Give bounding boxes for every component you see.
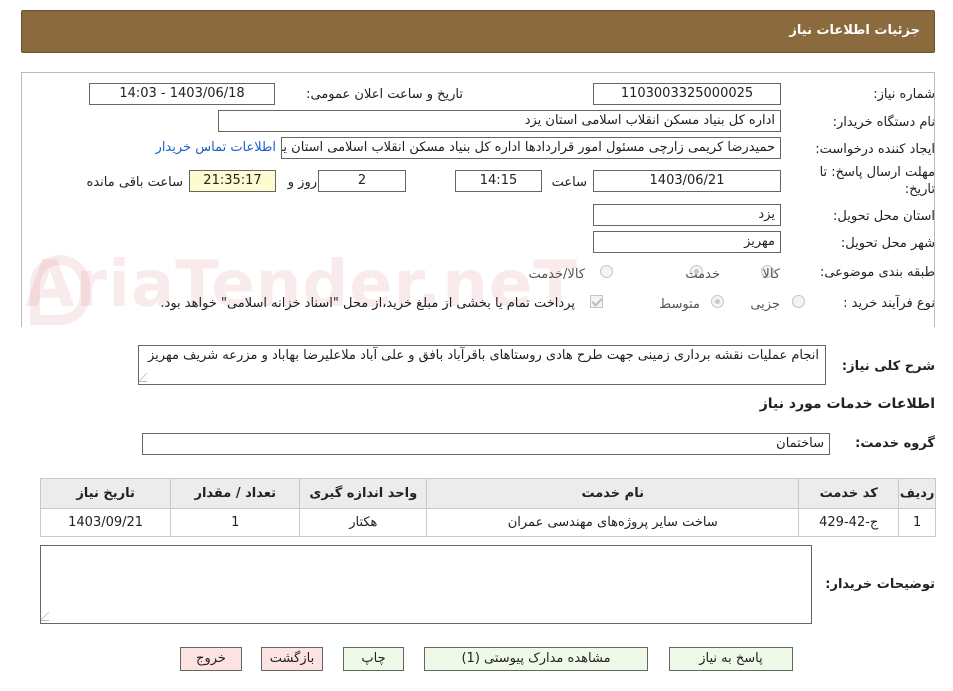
category-option-goods: کالا: [762, 267, 780, 282]
creator-field: حمیدرضا کریمی زارچی مسئول امور قراردادها…: [281, 137, 781, 159]
days-field: 2: [318, 170, 406, 192]
cell-unit: هکتار: [299, 508, 428, 537]
treasury-checkbox[interactable]: [590, 295, 603, 308]
deadline-label: مهلت ارسال پاسخ: تا: [819, 165, 935, 180]
services-section-title: اطلاعات خدمات مورد نیاز: [759, 396, 935, 412]
buyer-notes-textarea[interactable]: [39, 545, 812, 624]
service-group-field: ساختمان: [142, 433, 830, 455]
resize-handle-icon[interactable]: [39, 612, 58, 621]
cell-row: 1: [898, 508, 936, 537]
summary-textarea: انجام عملیات نقشه برداری زمینی جهت طرح ه…: [137, 345, 826, 385]
payment-note: پرداخت تمام یا بخشی از مبلغ خرید،از محل …: [160, 296, 575, 311]
col-qty: تعداد / مقدار: [170, 478, 301, 509]
print-button[interactable]: چاپ: [343, 647, 404, 671]
announce-date-field: 1403/06/18 - 14:03: [89, 83, 275, 105]
col-name: نام خدمت: [426, 478, 800, 509]
col-code: کد خدمت: [798, 478, 900, 509]
buyer-contact-link[interactable]: اطلاعات تماس خریدار: [156, 140, 276, 155]
days-label: روز و: [287, 175, 317, 190]
cell-qty: 1: [170, 508, 301, 537]
summary-label: شرح کلی نیاز:: [841, 359, 935, 374]
remaining-time-field: 21:35:17: [189, 170, 276, 192]
category-option-service: خدمت: [685, 267, 720, 282]
page-title: جزئیات اطلاعات نیاز: [789, 23, 920, 38]
process-option-minor: جزیی: [750, 297, 780, 312]
process-option-medium: متوسط: [659, 297, 700, 312]
category-radio-goods-service[interactable]: [600, 265, 613, 278]
need-number-label: شماره نیاز:: [873, 87, 935, 102]
category-label: طبقه بندی موضوعی:: [819, 265, 935, 280]
city-label: شهر محل تحویل:: [840, 236, 935, 251]
reply-button[interactable]: پاسخ به نیاز: [669, 647, 793, 671]
col-unit: واحد اندازه گیری: [299, 478, 428, 509]
service-group-label: گروه خدمت:: [855, 436, 935, 451]
deadline-time-field: 14:15: [455, 170, 542, 192]
announce-label: تاریخ و ساعت اعلان عمومی:: [306, 87, 463, 102]
process-radio-minor[interactable]: [792, 295, 805, 308]
deadline-date-field: 1403/06/21: [593, 170, 781, 192]
attachments-button[interactable]: مشاهده مدارک پیوستی (1): [424, 647, 648, 671]
category-option-goods-service: کالا/خدمت: [528, 267, 585, 282]
need-number-field: 1103003325000025: [593, 83, 781, 105]
table-header-row: ردیف کد خدمت نام خدمت واحد اندازه گیری ت…: [39, 478, 936, 509]
process-label: نوع فرآیند خرید :: [843, 296, 935, 311]
buyer-label: نام دستگاه خریدار:: [832, 115, 935, 130]
col-row: ردیف: [898, 478, 936, 509]
buyer-notes-label: توضیحات خریدار:: [825, 577, 935, 592]
cell-code: ج-42-429: [798, 508, 900, 537]
province-label: استان محل تحویل:: [833, 209, 935, 224]
remaining-time-label: ساعت باقی مانده: [86, 175, 183, 190]
deadline-time-label: ساعت: [551, 175, 587, 190]
services-table: ردیف کد خدمت نام خدمت واحد اندازه گیری ت…: [39, 478, 936, 537]
exit-button[interactable]: خروج: [180, 647, 242, 671]
creator-label: ایجاد کننده درخواست:: [815, 142, 935, 157]
resize-handle-icon[interactable]: [137, 373, 156, 382]
table-row: 1 ج-42-429 ساخت سایر پروژه‌های مهندسی عم…: [39, 508, 936, 537]
cell-date: 1403/09/21: [39, 508, 172, 537]
summary-text: انجام عملیات نقشه برداری زمینی جهت طرح ه…: [147, 348, 819, 363]
process-radio-medium[interactable]: [711, 295, 724, 308]
buyer-field: اداره کل بنیاد مسکن انقلاب اسلامی استان …: [218, 110, 781, 132]
city-field: مهریز: [593, 231, 781, 253]
page-header: جزئیات اطلاعات نیاز: [21, 10, 935, 53]
cell-name: ساخت سایر پروژه‌های مهندسی عمران: [426, 508, 800, 537]
province-field: یزد: [593, 204, 781, 226]
col-date: تاریخ نیاز: [39, 478, 172, 509]
back-button[interactable]: بازگشت: [261, 647, 323, 671]
deadline-label-date: تاریخ:: [904, 182, 935, 197]
